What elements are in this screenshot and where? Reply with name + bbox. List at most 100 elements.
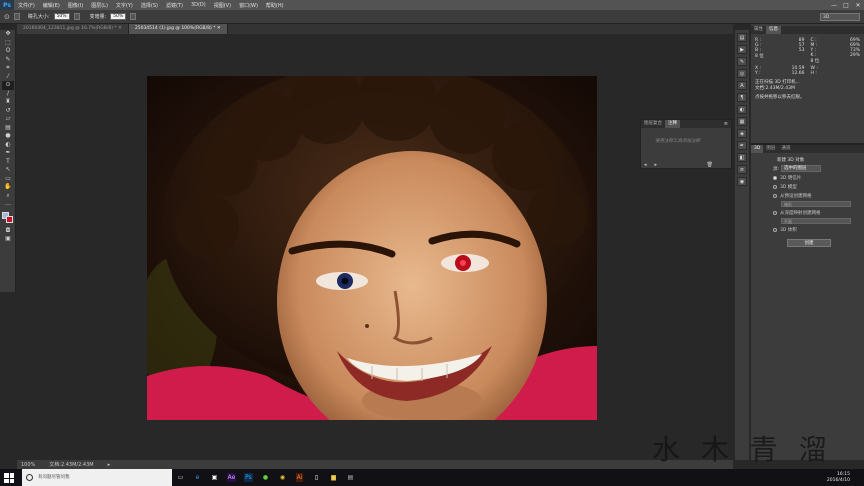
paths-icon[interactable]: ✒ [737,141,747,150]
pen-tool-icon[interactable]: ✒ [2,149,14,158]
color-swatches[interactable] [0,211,15,227]
option-3d-model[interactable]: 3D 模型 [773,184,864,190]
brush-tool-icon[interactable]: ∕ [2,90,14,99]
menu-select[interactable]: 选择(S) [137,2,162,9]
eraser-tool-icon[interactable]: ▱ [2,115,14,124]
menu-file[interactable]: 文件(F) [14,2,39,9]
zoom-tool-icon[interactable]: ⌕ [2,192,14,201]
file-explorer-icon[interactable]: ▆ [325,469,342,486]
eyedropper-tool-icon[interactable]: ⁄ [2,73,14,82]
clone-source-icon[interactable]: ◎ [737,69,747,78]
path-select-tool-icon[interactable]: ↖ [2,166,14,175]
create-button[interactable]: 创建 [787,239,831,247]
styles-icon[interactable]: ◈ [737,129,747,138]
red-eye-tool-icon[interactable]: ⊙ [4,13,10,21]
option-postcard[interactable]: 3D 明信片 [773,175,864,181]
quick-select-tool-icon[interactable]: ✎ [2,56,14,65]
minimize-button[interactable]: — [828,2,840,9]
option-3d-volume[interactable]: 3D 体积 [773,227,864,233]
stamp-tool-icon[interactable]: ♜ [2,98,14,107]
status-arrow-icon[interactable]: ▸ [108,462,111,468]
system-clock[interactable]: 16:15 2016/4/10 [827,472,850,484]
menu-type[interactable]: 文字(Y) [112,2,137,9]
quick-mask-icon[interactable]: ◘ [2,227,14,236]
menu-layer[interactable]: 图层(L) [87,2,112,9]
type-tool-icon[interactable]: T [2,158,14,167]
menu-view[interactable]: 视图(V) [210,2,235,9]
hand-tool-icon[interactable]: ✋ [2,183,14,192]
blur-tool-icon[interactable]: ● [2,132,14,141]
source-select[interactable]: 选中的图层 [781,165,822,172]
marquee-tool-icon[interactable]: ⬚ [2,39,14,48]
3d-icon[interactable]: ◉ [737,177,747,186]
tab-layer-comps[interactable]: 图层复合 [641,120,665,128]
shape-tool-icon[interactable]: ▭ [2,175,14,184]
tool-preset-dropdown[interactable] [13,13,20,20]
menu-help[interactable]: 帮助(H) [262,2,288,9]
actions-panel-icon[interactable]: ▶ [737,45,747,54]
chrome-icon[interactable]: ◉ [274,469,291,486]
adjustments-icon[interactable]: ◐ [737,105,747,114]
channels-icon[interactable]: ≡ [737,165,747,174]
crop-tool-icon[interactable]: ⌗ [2,64,14,73]
move-tool-icon[interactable]: ✥ [2,30,14,39]
lasso-tool-icon[interactable]: ʘ [2,47,14,56]
tab-document-2[interactable]: 25034514 (1).jpg @ 100%(RGB/8) * ✕ [128,24,228,34]
tab-info[interactable]: 信息 [766,26,781,34]
zoom-level[interactable]: 100% [21,462,35,468]
more-tools-icon[interactable]: … [2,200,14,209]
red-eye-tool-icon[interactable]: ⊙ [2,81,14,90]
menu-3d[interactable]: 3D(D) [187,2,210,8]
darken-amount-input[interactable]: 50% [110,13,127,20]
tab-layers[interactable]: 图层 [763,145,778,153]
adobe-media-encoder-icon[interactable]: Ae [223,469,240,486]
tab-properties[interactable]: 属性 [751,26,766,34]
pupil-size-slider-toggle[interactable] [73,13,80,20]
menu-filter[interactable]: 滤镜(T) [162,2,187,9]
option-depth-map[interactable]: 从深度映射创建网格 [773,210,864,216]
close-button[interactable]: ✕ [852,2,864,9]
delete-note-icon[interactable]: 🗑 [707,162,731,168]
menu-window[interactable]: 窗口(W) [235,2,262,9]
cortana-search-box[interactable]: 有问题尽管问我 [22,469,172,486]
green-app-icon[interactable]: ● [257,469,274,486]
darken-amount-label: 变暗量: [89,14,107,20]
tab-3d[interactable]: 3D [751,145,764,153]
menu-edit[interactable]: 编辑(E) [39,2,64,9]
layers-icon[interactable]: ◧ [737,153,747,162]
next-note-icon[interactable]: ▸ [655,162,658,168]
mesh-preset-select[interactable]: 锥形 [781,201,851,207]
document-size[interactable]: 文档:2.43M/2.43M [49,461,93,468]
screen-mode-icon[interactable]: ▣ [2,235,14,244]
taskbar-app-icon[interactable]: ▤ [342,469,359,486]
illustrator-icon[interactable]: Ai [291,469,308,486]
prev-note-icon[interactable]: ◂ [644,162,647,168]
tab-channels[interactable]: 通道 [778,145,793,153]
depth-map-select[interactable]: 平面 [781,218,851,224]
darken-amount-slider-toggle[interactable] [130,13,137,20]
maximize-button[interactable]: □ [840,2,852,9]
gradient-tool-icon[interactable]: ▤ [2,124,14,133]
history-panel-icon[interactable]: ▤ [737,33,747,42]
character-panel-icon[interactable]: A [737,81,747,90]
panel-menu-icon[interactable]: ≡ [724,120,731,128]
workspace-switcher[interactable]: 3D [820,13,860,21]
store-icon[interactable]: ▣ [206,469,223,486]
start-button[interactable] [4,473,14,483]
paragraph-panel-icon[interactable]: ¶ [737,93,747,102]
option-mesh-preset[interactable]: 从预设创建网格 [773,193,864,199]
pupil-size-input[interactable]: 50% [53,13,70,20]
dodge-tool-icon[interactable]: ◐ [2,141,14,150]
tab-document-1[interactable]: 20160404_123811.jpg @ 16.7%(RGB/8) * ✕ [17,24,129,34]
menu-image[interactable]: 图像(I) [64,2,87,9]
tab-notes[interactable]: 注释 [665,120,680,128]
document-image[interactable] [147,76,597,420]
swatches-icon[interactable]: ▦ [737,117,747,126]
history-brush-tool-icon[interactable]: ↺ [2,107,14,116]
brush-panel-icon[interactable]: ✎ [737,57,747,66]
edge-browser-icon[interactable]: e [189,469,206,486]
file-icon[interactable]: ▯ [308,469,325,486]
background-color-swatch[interactable] [6,215,13,223]
photoshop-taskbar-icon[interactable]: Ps [240,469,257,486]
task-view-icon[interactable]: ▭ [172,469,189,486]
